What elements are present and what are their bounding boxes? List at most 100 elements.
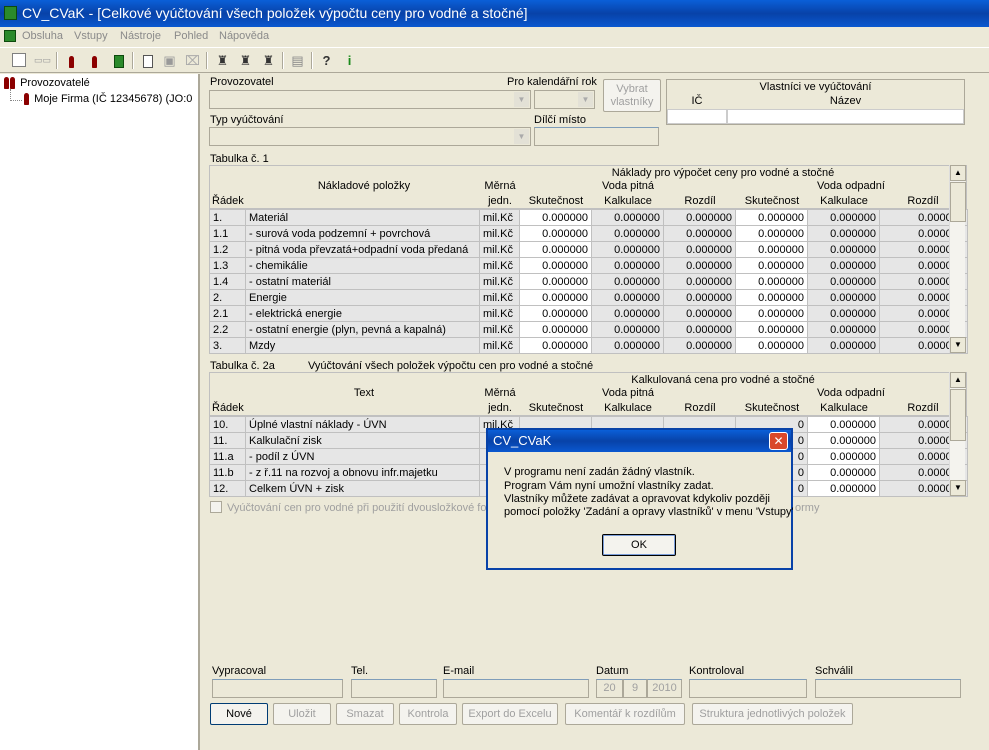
scroll-thumb[interactable] — [950, 389, 966, 441]
value-cell[interactable]: 0.000000 — [807, 337, 880, 354]
person-icon[interactable] — [64, 52, 81, 69]
value-cell[interactable]: 0.000000 — [807, 321, 880, 338]
value-cell[interactable]: 0.000000 — [807, 273, 880, 290]
datum-year-field[interactable]: 2010 — [647, 679, 682, 698]
window-title-bar[interactable]: CV_CVaK - [Celkové vyúčtování všech polo… — [0, 0, 989, 27]
value-cell[interactable]: 0.000000 — [591, 225, 664, 242]
value-cell[interactable]: 0.000000 — [591, 273, 664, 290]
binoculars-green-icon[interactable]: ♜ — [260, 52, 277, 69]
value-cell[interactable]: 0.000000 — [591, 241, 664, 258]
value-cell[interactable]: 0.000000 — [663, 321, 736, 338]
value-cell[interactable]: 0.000000 — [519, 321, 592, 338]
document-icon[interactable] — [4, 30, 16, 42]
value-cell[interactable]: 0.000000 — [807, 448, 880, 465]
value-cell[interactable]: 0.000000 — [735, 225, 808, 242]
value-cell[interactable]: 0.000000 — [663, 225, 736, 242]
value-cell[interactable]: 0.000000 — [807, 464, 880, 481]
help-icon[interactable]: ? — [318, 52, 335, 69]
provozovatel-combo[interactable]: ▼ — [209, 90, 531, 109]
value-cell[interactable]: 0.000000 — [663, 257, 736, 274]
chevron-down-icon[interactable]: ▼ — [514, 92, 529, 107]
value-cell[interactable]: 0.000000 — [807, 432, 880, 449]
tel-field[interactable] — [351, 679, 437, 698]
value-cell[interactable]: 0.000000 — [735, 337, 808, 354]
value-cell[interactable]: 0.000000 — [591, 337, 664, 354]
value-cell[interactable]: 0.000000 — [519, 209, 592, 226]
info-icon[interactable]: i — [341, 52, 358, 69]
value-cell[interactable]: 0.000000 — [663, 305, 736, 322]
binoculars-icon[interactable]: ♜ — [214, 52, 231, 69]
ulozit-button[interactable]: Uložit — [273, 703, 331, 725]
dvousložkova-checkbox[interactable] — [210, 501, 222, 513]
typ-vyuctovani-combo[interactable]: ▼ — [209, 127, 531, 146]
value-cell[interactable]: 0.000000 — [663, 209, 736, 226]
value-cell[interactable]: 0.000000 — [807, 225, 880, 242]
binoculars-next-icon[interactable]: ♜ — [237, 52, 254, 69]
ok-button[interactable]: OK — [602, 534, 676, 556]
tree-item-moje-firma[interactable]: Moje Firma (IČ 12345678) (JO:0 — [24, 93, 192, 106]
nove-button[interactable]: Nové — [210, 703, 268, 725]
value-cell[interactable]: 0.000000 — [735, 273, 808, 290]
schvalil-field[interactable] — [815, 679, 961, 698]
table-row[interactable]: 2.1- elektrická energie mil.Kč 0.000000 0.0… — [209, 305, 968, 322]
table-row[interactable]: 1.1- surová voda podzemní + povrchová mil… — [209, 225, 968, 242]
table-row[interactable]: 1.3- chemikálie mil.Kč 0.000000 0.000000 0.0… — [209, 257, 968, 274]
chevron-down-icon[interactable]: ▼ — [578, 92, 593, 107]
value-cell[interactable]: 0.000000 — [663, 273, 736, 290]
trash-icon[interactable]: ⌧ — [184, 52, 201, 69]
dialog-title[interactable]: CV_CVaK — [488, 430, 791, 452]
value-cell[interactable]: 0.000000 — [519, 257, 592, 274]
table2-scrollbar[interactable]: ▲ ▼ — [949, 372, 966, 496]
value-cell[interactable]: 0.000000 — [663, 337, 736, 354]
value-cell[interactable]: 0.000000 — [735, 209, 808, 226]
value-cell[interactable]: 0.000000 — [807, 257, 880, 274]
scroll-down-icon[interactable]: ▼ — [950, 480, 966, 496]
value-cell[interactable]: 0.000000 — [735, 321, 808, 338]
rok-combo[interactable]: ▼ — [534, 90, 595, 109]
value-cell[interactable]: 0.000000 — [807, 480, 880, 497]
menu-napoveda[interactable]: Nápověda — [219, 30, 269, 42]
value-cell[interactable]: 0.000000 — [519, 225, 592, 242]
value-cell[interactable]: 0.000000 — [807, 241, 880, 258]
close-icon[interactable]: ✕ — [769, 432, 788, 450]
value-cell[interactable]: 0.000000 — [591, 305, 664, 322]
value-cell[interactable]: 0.000000 — [735, 257, 808, 274]
table-row[interactable]: 2. Energie mil.Kč 0.000000 0.000000 0.000000 0… — [209, 289, 968, 306]
value-cell[interactable]: 0.000000 — [519, 289, 592, 306]
vlastnici-cell-nazev[interactable] — [727, 109, 964, 124]
table-row[interactable]: 1.2- pitná voda převzatá+odpadní voda př… — [209, 241, 968, 258]
value-cell[interactable]: 0.000000 — [663, 289, 736, 306]
value-cell[interactable]: 0.000000 — [519, 337, 592, 354]
scroll-thumb[interactable] — [950, 182, 966, 222]
vybrat-vlastniky-button[interactable]: Vybrat vlastníky — [603, 79, 661, 112]
datum-month-field[interactable]: 9 — [623, 679, 647, 698]
export-excel-button[interactable]: Export do Excelu — [462, 703, 558, 725]
value-cell[interactable]: 0.000000 — [591, 289, 664, 306]
dilci-misto-field[interactable] — [534, 127, 659, 146]
table-row[interactable]: 2.2- ostatní energie (plyn, pevná a kapa… — [209, 321, 968, 338]
tree-root[interactable]: Provozovatelé — [4, 77, 90, 90]
value-cell[interactable]: 0.000000 — [519, 273, 592, 290]
menu-vstupy[interactable]: Vstupy — [74, 30, 108, 42]
scroll-down-icon[interactable]: ▼ — [950, 337, 966, 353]
table-row[interactable]: 3. Mzdy mil.Kč 0.000000 0.000000 0.000000 0.00… — [209, 337, 968, 354]
menu-obsluha[interactable]: Obsluha — [22, 30, 63, 42]
calculator-icon[interactable] — [110, 52, 127, 69]
value-cell[interactable]: 0.000000 — [807, 289, 880, 306]
view-panel-icon[interactable] — [12, 53, 26, 67]
chevron-down-icon[interactable]: ▼ — [514, 129, 529, 144]
value-cell[interactable]: 0.000000 — [735, 305, 808, 322]
value-cell[interactable]: 0.000000 — [663, 241, 736, 258]
value-cell[interactable]: 0.000000 — [807, 416, 880, 433]
kontrola-button[interactable]: Kontrola — [399, 703, 457, 725]
value-cell[interactable]: 0.000000 — [807, 305, 880, 322]
smazat-button[interactable]: Smazat — [336, 703, 394, 725]
value-cell[interactable]: 0.000000 — [807, 209, 880, 226]
value-cell[interactable]: 0.000000 — [519, 241, 592, 258]
value-cell[interactable]: 0.000000 — [735, 289, 808, 306]
new-document-icon[interactable] — [139, 52, 156, 69]
table-row[interactable]: 1. Materiál mil.Kč 0.000000 0.000000 0.000000… — [209, 209, 968, 226]
scroll-up-icon[interactable]: ▲ — [950, 165, 966, 181]
vypracoval-field[interactable] — [212, 679, 343, 698]
value-cell[interactable]: 0.000000 — [519, 305, 592, 322]
